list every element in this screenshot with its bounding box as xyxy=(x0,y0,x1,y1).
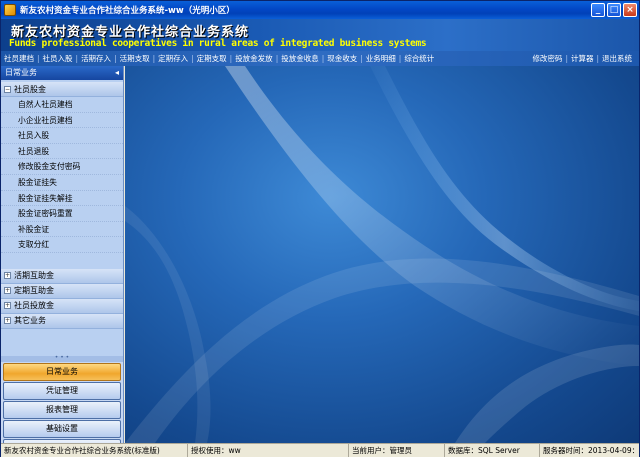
title-bar[interactable]: 新友农村资金专业合作社综合业务系统-ww（光明小区） _ □ × xyxy=(1,1,639,19)
sidebar-header-label: 日常业务 xyxy=(5,68,37,77)
tree-item[interactable]: 股金证密码重置 xyxy=(1,206,123,222)
tree-group[interactable]: + 其它业务 xyxy=(1,313,123,329)
tree-group[interactable]: + 社员投放金 xyxy=(1,298,123,314)
tree-group-label: 社员投放金 xyxy=(14,301,54,311)
tree-group[interactable]: + 活期互助金 xyxy=(1,268,123,284)
tree-group-label: 定期互助金 xyxy=(14,286,54,296)
sidebar-header[interactable]: 日常业务 ◂ xyxy=(1,66,123,80)
tree-item[interactable]: 股金证挂失 xyxy=(1,175,123,191)
tree-item[interactable]: 支取分红 xyxy=(1,237,123,253)
tree-item[interactable]: 修改股金支付密码 xyxy=(1,159,123,175)
nav-button[interactable]: 报表管理 xyxy=(3,401,121,419)
status-current-user: 当前用户：管理员 xyxy=(349,444,445,457)
tree-item[interactable]: 自然人社员建档 xyxy=(1,97,123,113)
app-banner: 新友农村资金专业合作社综合业务系统 Funds professional coo… xyxy=(1,19,639,51)
toolbar-item[interactable]: 活期存入 xyxy=(78,52,114,65)
collapse-icon[interactable]: − xyxy=(4,85,11,93)
toolbar-item[interactable]: 投放金收息 xyxy=(278,52,322,65)
toolbar-item[interactable]: 社员建档 xyxy=(1,52,37,65)
toolbar-item[interactable]: 计算器 xyxy=(568,52,597,65)
toolbar-item[interactable]: 定期存入 xyxy=(155,52,191,65)
expand-icon[interactable]: + xyxy=(4,302,11,310)
window-title: 新友农村资金专业合作社综合业务系统-ww（光明小区） xyxy=(20,6,235,16)
minimize-button[interactable]: _ xyxy=(591,3,605,17)
window-controls: _ □ × xyxy=(591,3,637,17)
status-bar: 新友农村资金专业合作社综合业务系统(标准版) 授权使用：ww 当前用户：管理员 … xyxy=(1,443,639,457)
toolbar-item[interactable]: 定期支取 xyxy=(194,52,230,65)
status-system-name: 新友农村资金专业合作社综合业务系统(标准版) xyxy=(1,444,188,457)
tree-item[interactable]: 补股金证 xyxy=(1,222,123,238)
nav-tree: − 社员股金 自然人社员建档 小企业社员建档 社员入股 社员退股 修改股金支付密码 股金证挂失… xyxy=(1,80,123,356)
sidebar: 日常业务 ◂ − 社员股金 自然人社员建档 小企业社员建档 社员入股 社员退股 修改股金支付… xyxy=(1,66,124,457)
status-server-time: 服务器时间：2013-04-09： xyxy=(543,446,639,455)
status-license: 授权使用：ww xyxy=(188,444,349,457)
tree-item[interactable]: 社员入股 xyxy=(1,128,123,144)
tree-item[interactable]: 小企业社员建档 xyxy=(1,113,123,129)
maximize-button[interactable]: □ xyxy=(607,3,621,17)
toolbar-item[interactable]: 退出系统 xyxy=(599,52,635,65)
collapse-icon[interactable]: ◂ xyxy=(115,66,119,80)
app-icon xyxy=(4,4,16,16)
nav-button[interactable]: 基础设置 xyxy=(3,420,121,438)
nav-button[interactable]: 凭证管理 xyxy=(3,382,121,400)
sidebar-splitter[interactable]: • • • xyxy=(1,355,123,362)
tree-group[interactable]: + 定期互助金 xyxy=(1,283,123,299)
expand-icon[interactable]: + xyxy=(4,317,11,325)
expand-icon[interactable]: + xyxy=(4,272,11,280)
desktop-wallpaper xyxy=(125,66,639,443)
toolbar-item[interactable]: 综合统计 xyxy=(401,52,437,65)
status-database: 数据库：SQL Server xyxy=(445,444,540,457)
toolbar-left: 社员建档 | 社员入股 | 活期存入 | 活期支取 | 定期存入 | 定期支取 | 投放金发放 | 投放金收… xyxy=(1,52,437,65)
toolbar-right: 修改密码 | 计算器 | 退出系统 xyxy=(529,52,635,65)
toolbar-item[interactable]: 投放金发放 xyxy=(232,52,276,65)
tree-group-label: 活期互助金 xyxy=(14,271,54,281)
toolbar-item[interactable]: 修改密码 xyxy=(529,52,565,65)
tree-item[interactable]: 社员退股 xyxy=(1,144,123,160)
toolbar-item[interactable]: 社员入股 xyxy=(40,52,76,65)
toolbar-item[interactable]: 活期支取 xyxy=(117,52,153,65)
desktop-area xyxy=(125,66,639,443)
nav-button[interactable]: 日常业务 xyxy=(3,363,121,381)
banner-subtitle: Funds professional cooperatives in rural… xyxy=(9,38,427,49)
tree-group-label: 社员股金 xyxy=(14,84,46,94)
expand-icon[interactable]: + xyxy=(4,287,11,295)
tree-group-label: 其它业务 xyxy=(14,316,46,326)
quick-toolbar: 社员建档 | 社员入股 | 活期存入 | 活期支取 | 定期存入 | 定期支取 | 投放金发放 | 投放金收… xyxy=(1,51,639,66)
main-window: 新友农村资金专业合作社综合业务系统-ww（光明小区） _ □ × 新友农村资金专… xyxy=(0,0,640,457)
close-button[interactable]: × xyxy=(623,3,637,17)
tree-item[interactable]: 股金证挂失解挂 xyxy=(1,191,123,207)
toolbar-item[interactable]: 现金收支 xyxy=(324,52,360,65)
toolbar-item[interactable]: 业务明细 xyxy=(363,52,399,65)
tree-group[interactable]: − 社员股金 xyxy=(1,82,123,97)
